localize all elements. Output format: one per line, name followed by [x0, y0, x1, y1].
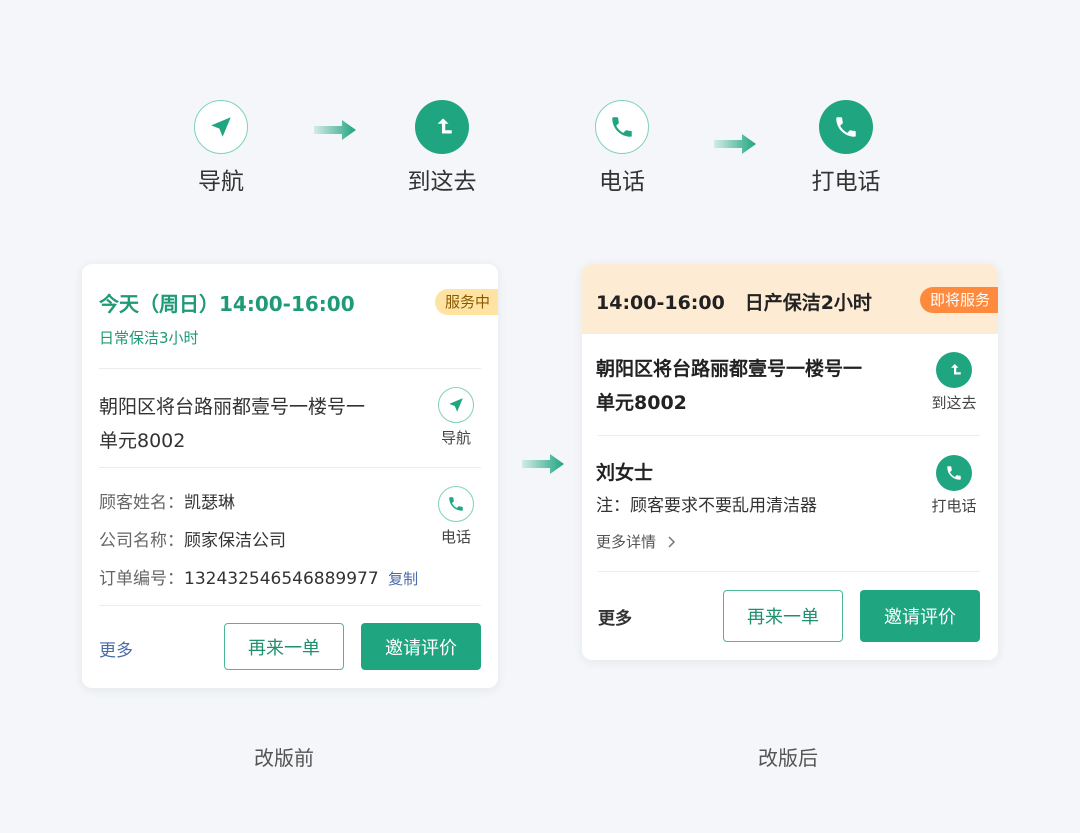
address: 朝阳区将台路丽都壹号一楼号一 单元8002	[99, 390, 365, 458]
order-card-before: 今天（周日）14:00-16:00 日常保洁3小时 服务中 朝阳区将台路丽都壹号…	[82, 264, 498, 688]
company-value: 顾家保洁公司	[184, 531, 286, 551]
order-card-after: 14:00-16:00 日产保洁2小时 即将服务 朝阳区将台路丽都壹号一楼号一 …	[582, 264, 998, 660]
icon-demo-label: 打电话	[811, 169, 881, 195]
customer-label: 顾客姓名：	[99, 493, 184, 513]
divider	[598, 435, 980, 436]
caption-before: 改版前	[254, 746, 314, 770]
invite-review-button[interactable]: 邀请评价	[860, 590, 980, 642]
order-label: 订单编号：	[99, 569, 184, 589]
navigate-button[interactable]: 导航	[421, 387, 491, 448]
flow-arrow-icon	[314, 120, 356, 140]
icon-demo-go-here: 到这去	[382, 100, 502, 196]
flow-arrow-icon	[714, 134, 756, 154]
icon-demo-label: 到这去	[407, 169, 477, 195]
address: 朝阳区将台路丽都壹号一楼号一 单元8002	[596, 352, 862, 420]
icon-demo-label: 电话	[599, 169, 645, 195]
order-value: 132432546546889977	[184, 569, 379, 589]
navigate-label: 导航	[440, 429, 471, 447]
phone-icon	[438, 486, 474, 522]
customer-name: 刘女士	[596, 462, 654, 484]
turn-route-icon	[415, 100, 469, 154]
phone-icon	[819, 100, 873, 154]
phone-label: 电话	[440, 528, 471, 546]
address-line: 单元8002	[99, 430, 186, 452]
phone-icon	[936, 455, 972, 491]
order-row: 订单编号：132432546546889977 复制	[99, 564, 418, 589]
address-line: 朝阳区将台路丽都壹号一楼号一	[596, 358, 863, 380]
reorder-button[interactable]: 再来一单	[723, 590, 843, 642]
icon-demo-navigation: 导航	[161, 100, 281, 196]
caption-after: 改版后	[758, 746, 818, 770]
flow-arrow-icon	[522, 454, 564, 474]
copy-link[interactable]: 复制	[388, 570, 418, 588]
customer-value: 凯瑟琳	[184, 493, 235, 513]
address-line: 朝阳区将台路丽都壹号一楼号一	[99, 396, 366, 418]
turn-route-icon	[936, 352, 972, 388]
customer-note: 注：顾客要求不要乱用清洁器	[596, 496, 817, 516]
address-line: 单元8002	[596, 392, 687, 414]
more-link[interactable]: 更多	[598, 604, 632, 629]
more-details-link[interactable]: 更多详情	[596, 531, 677, 552]
go-here-button[interactable]: 到这去	[919, 352, 989, 413]
phone-icon	[595, 100, 649, 154]
divider	[99, 605, 481, 606]
go-here-label: 到这去	[931, 394, 977, 412]
status-badge: 服务中	[434, 289, 498, 315]
icon-demo-phone: 电话	[562, 100, 682, 196]
navigation-arrow-icon	[194, 100, 248, 154]
icon-demo-label: 导航	[198, 169, 244, 195]
reorder-button[interactable]: 再来一单	[224, 623, 344, 670]
phone-button[interactable]: 电话	[421, 486, 491, 547]
icon-demo-call: 打电话	[786, 100, 906, 196]
divider	[99, 467, 481, 468]
company-row: 公司名称：顾家保洁公司	[99, 526, 286, 551]
invite-review-button[interactable]: 邀请评价	[361, 623, 481, 670]
chevron-right-icon	[668, 536, 675, 548]
company-label: 公司名称：	[99, 531, 184, 551]
more-link[interactable]: 更多	[99, 636, 133, 661]
call-label: 打电话	[931, 497, 977, 515]
divider	[99, 368, 481, 369]
service-time: 今天（周日）14:00-16:00	[99, 292, 355, 316]
more-details-label: 更多详情	[596, 533, 657, 551]
status-badge: 即将服务	[919, 287, 998, 313]
customer-row: 顾客姓名：凯瑟琳	[99, 488, 235, 513]
service-type: 日常保洁3小时	[99, 329, 199, 347]
call-button[interactable]: 打电话	[919, 455, 989, 516]
service-header: 14:00-16:00 日产保洁2小时	[596, 292, 872, 314]
navigation-arrow-icon	[438, 387, 474, 423]
divider	[598, 571, 980, 572]
